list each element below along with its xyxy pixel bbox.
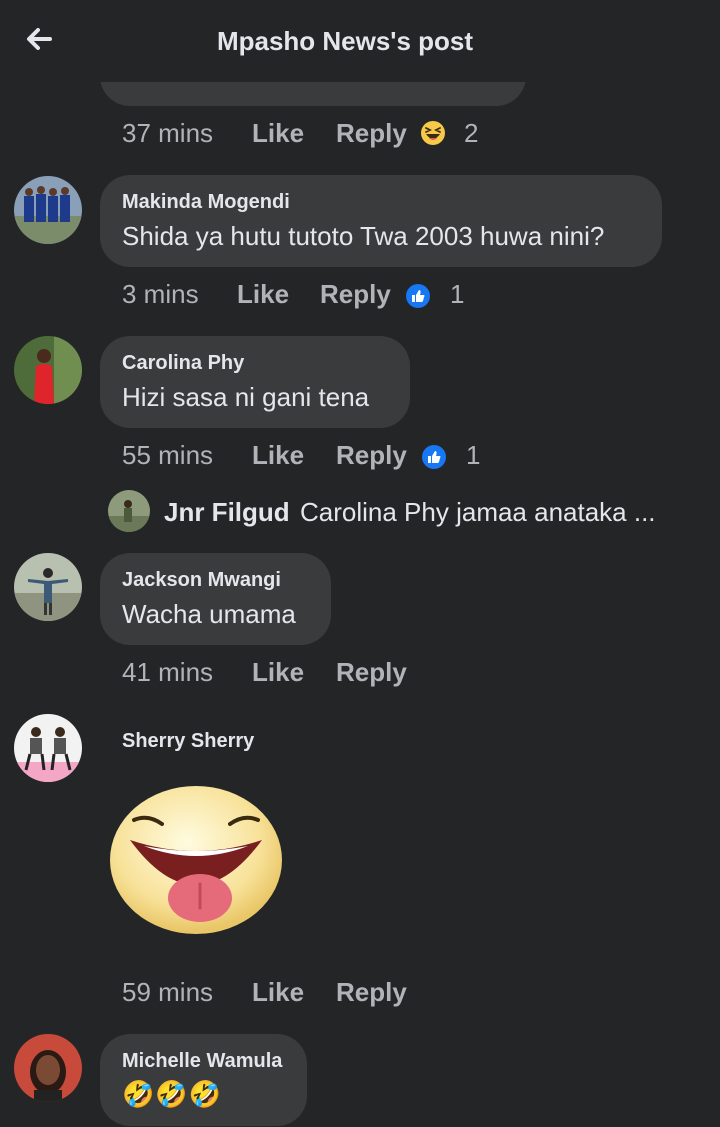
comment-text: Shida ya hutu tutoto Twa 2003 huwa nini? [122, 221, 605, 251]
comment-bubble[interactable]: Jackson Mwangi Wacha umama [100, 553, 331, 645]
reaction-count: 1 [450, 279, 465, 309]
woman-portrait-avatar-icon [14, 1034, 82, 1102]
like-button[interactable]: Like [252, 440, 304, 471]
laughing-squint-emoji-icon [421, 121, 445, 145]
comment-time: 41 mins [122, 657, 214, 687]
comment-time: 55 mins [122, 440, 214, 470]
top-bar: Mpasho News's post [0, 0, 720, 82]
thumbs-up-icon [422, 445, 446, 469]
comment-time: 3 mins [122, 279, 199, 309]
man-outdoors-avatar-icon [108, 490, 150, 532]
commenter-name[interactable]: Michelle Wamula [122, 1050, 282, 1073]
comments-page: Mpasho News's post 37 mins Like Reply 2 [0, 0, 720, 1127]
comment-bubble[interactable]: Carolina Phy Hizi sasa ni gani tena [100, 336, 410, 428]
reply-button[interactable]: Reply [336, 440, 407, 471]
commenter-name[interactable]: Jackson Mwangi [122, 569, 281, 592]
avatar[interactable] [14, 1034, 82, 1102]
avatar[interactable] [14, 176, 82, 244]
reply-button[interactable]: Reply [336, 657, 407, 688]
reply-button[interactable]: Reply [336, 118, 407, 149]
man-arms-open-avatar-icon [14, 553, 82, 621]
comment-bubble[interactable]: Makinda Mogendi Shida ya hutu tutoto Twa… [100, 175, 662, 267]
reply-button[interactable]: Reply [336, 977, 407, 1008]
comment-text: Hizi sasa ni gani tena [122, 382, 370, 412]
commenter-name[interactable]: Carolina Phy [122, 352, 244, 375]
comment-time: 59 mins [122, 977, 214, 1007]
reply-button[interactable]: Reply [320, 279, 391, 310]
reply-preview[interactable]: Jnr Filgud Carolina Phy jamaa anataka ..… [108, 490, 708, 534]
comment-meta: 37 mins Like Reply 2 [122, 118, 522, 152]
reply-author-name[interactable]: Jnr Filgud [164, 497, 290, 528]
thumbs-up-icon [406, 284, 430, 308]
reply-text: Carolina Phy jamaa anataka ... [300, 497, 656, 527]
avatar[interactable] [14, 714, 82, 782]
like-button[interactable]: Like [252, 118, 304, 149]
woman-red-dress-avatar-icon [14, 336, 82, 404]
like-button[interactable]: Like [252, 657, 304, 688]
commenter-name[interactable]: Sherry Sherry [122, 730, 254, 753]
reaction-count: 2 [464, 118, 479, 148]
comment-time: 37 mins [122, 118, 214, 148]
comment-meta: 41 mins Like Reply [122, 657, 522, 691]
commenter-name[interactable]: Makinda Mogendi [122, 191, 290, 214]
team-photo-avatar-icon [14, 176, 82, 244]
comment-bubble[interactable]: Michelle Wamula 🤣🤣🤣 [100, 1034, 307, 1126]
comment-meta: 3 mins Like Reply 1 [122, 279, 522, 313]
page-title: Mpasho News's post [216, 26, 474, 56]
avatar[interactable] [108, 490, 150, 532]
tongue-out-smiley-sticker[interactable] [104, 780, 288, 938]
comment-meta: 59 mins Like Reply [122, 977, 522, 1011]
comment-meta: 55 mins Like Reply 1 [122, 440, 522, 474]
like-button[interactable]: Like [252, 977, 304, 1008]
reaction-count: 1 [466, 440, 481, 470]
two-women-avatar-icon [14, 714, 82, 782]
avatar[interactable] [14, 553, 82, 621]
avatar[interactable] [14, 336, 82, 404]
comment-text: 🤣🤣🤣 [122, 1080, 223, 1110]
like-button[interactable]: Like [237, 279, 289, 310]
comment-text: Wacha umama [122, 599, 296, 629]
